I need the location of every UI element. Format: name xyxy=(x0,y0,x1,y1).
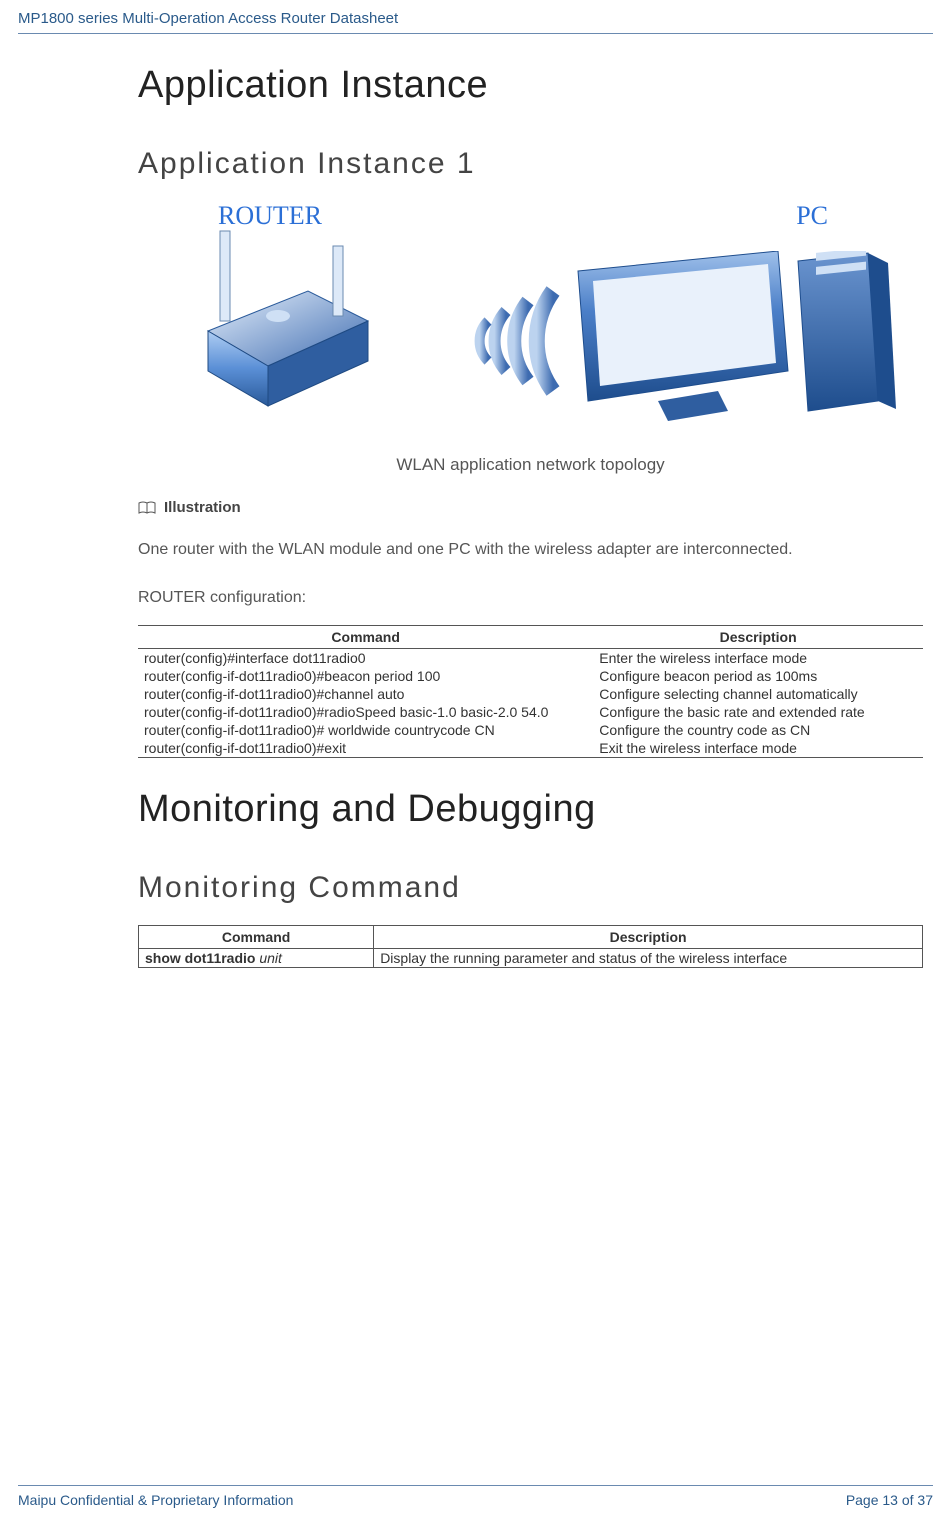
table-row: router(config)#interface dot11radio0Ente… xyxy=(138,648,923,667)
doc-header-title: MP1800 series Multi-Operation Access Rou… xyxy=(18,0,933,33)
diagram-caption: WLAN application network topology xyxy=(138,455,923,475)
pc-tower xyxy=(798,253,878,411)
table-row: router(config-if-dot11radio0)# worldwide… xyxy=(138,721,923,739)
table-header-command: Command xyxy=(139,925,374,948)
desc-cell: Display the running parameter and status… xyxy=(374,948,923,967)
table-header-description: Description xyxy=(374,925,923,948)
router-graphic xyxy=(178,221,388,411)
heading-monitoring-command: Monitoring Command xyxy=(138,871,923,905)
content-area: Application Instance Application Instanc… xyxy=(138,64,923,968)
cmd-cell: router(config-if-dot11radio0)#radioSpeed… xyxy=(138,703,593,721)
desc-cell: Enter the wireless interface mode xyxy=(593,648,923,667)
router-config-table: Command Description router(config)#inter… xyxy=(138,625,923,758)
illustration-paragraph: One router with the WLAN module and one … xyxy=(138,534,923,566)
table-header-description: Description xyxy=(593,625,923,648)
pc-graphic xyxy=(568,251,898,421)
table-header-row: Command Description xyxy=(139,925,923,948)
desc-cell: Exit the wireless interface mode xyxy=(593,739,923,758)
footer-right: Page 13 of 37 xyxy=(846,1492,933,1508)
heading-application-instance: Application Instance xyxy=(138,64,923,107)
table-row: router(config-if-dot11radio0)#radioSpeed… xyxy=(138,703,923,721)
cmd-cell: router(config-if-dot11radio0)#beacon per… xyxy=(138,667,593,685)
monitor-stand xyxy=(658,391,728,421)
topology-diagram: ROUTER PC xyxy=(158,201,918,431)
cmd-cell: router(config)#interface dot11radio0 xyxy=(138,648,593,667)
footer-left: Maipu Confidential & Proprietary Informa… xyxy=(18,1492,293,1508)
page: MP1800 series Multi-Operation Access Rou… xyxy=(0,0,951,1526)
desc-cell: Configure the basic rate and extended ra… xyxy=(593,703,923,721)
table-header-row: Command Description xyxy=(138,625,923,648)
footer-row: Maipu Confidential & Proprietary Informa… xyxy=(18,1492,933,1508)
router-led-area xyxy=(266,310,290,322)
table-row: router(config-if-dot11radio0)#exitExit t… xyxy=(138,739,923,758)
heading-application-instance-1: Application Instance 1 xyxy=(138,147,923,181)
footer-rule xyxy=(18,1485,933,1486)
table-row: router(config-if-dot11radio0)#beacon per… xyxy=(138,667,923,685)
cmd-bold-part: show dot11radio xyxy=(145,950,259,966)
monitoring-command-table: Command Description show dot11radio unit… xyxy=(138,925,923,968)
router-config-label: ROUTER configuration: xyxy=(138,584,923,613)
heading-monitoring-debugging: Monitoring and Debugging xyxy=(138,788,923,831)
cmd-cell: router(config-if-dot11radio0)# worldwide… xyxy=(138,721,593,739)
desc-cell: Configure selecting channel automaticall… xyxy=(593,685,923,703)
pc-label: PC xyxy=(796,201,828,231)
page-footer: Maipu Confidential & Proprietary Informa… xyxy=(18,1485,933,1508)
illustration-label: Illustration xyxy=(164,499,241,516)
table-row: show dot11radio unit Display the running… xyxy=(139,948,923,967)
router-antenna-1 xyxy=(220,231,230,321)
desc-cell: Configure the country code as CN xyxy=(593,721,923,739)
cmd-cell: router(config-if-dot11radio0)#exit xyxy=(138,739,593,758)
table-row: router(config-if-dot11radio0)#channel au… xyxy=(138,685,923,703)
book-icon xyxy=(138,501,156,515)
cmd-cell: show dot11radio unit xyxy=(139,948,374,967)
table-header-command: Command xyxy=(138,625,593,648)
desc-cell: Configure beacon period as 100ms xyxy=(593,667,923,685)
illustration-heading-row: Illustration xyxy=(138,499,923,516)
cmd-italic-part: unit xyxy=(259,950,282,966)
header-rule xyxy=(18,33,933,34)
router-antenna-2 xyxy=(333,246,343,316)
cmd-cell: router(config-if-dot11radio0)#channel au… xyxy=(138,685,593,703)
